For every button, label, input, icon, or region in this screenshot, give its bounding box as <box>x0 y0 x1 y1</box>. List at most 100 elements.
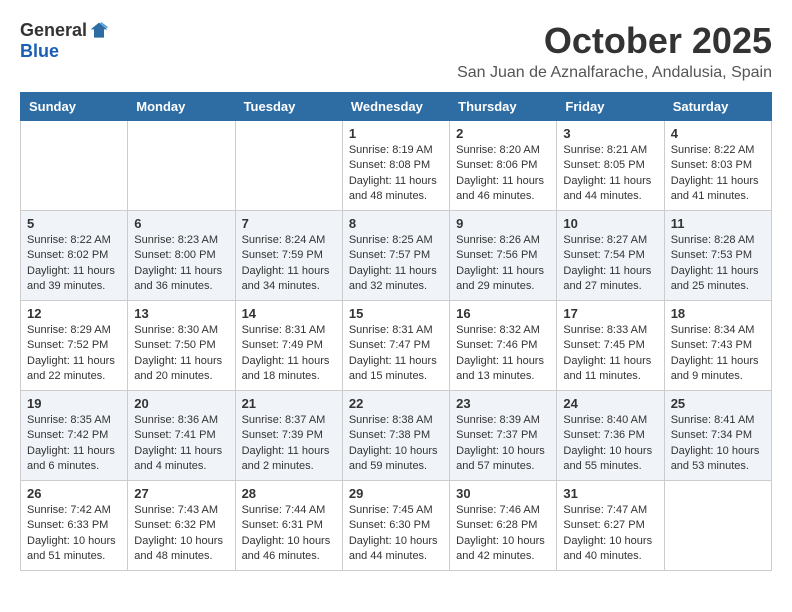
day-info: Sunrise: 8:38 AM Sunset: 7:38 PM Dayligh… <box>349 413 443 475</box>
day-number: 19 <box>27 396 121 411</box>
calendar-cell: 16 Sunrise: 8:32 AM Sunset: 7:46 PM Dayli… <box>450 301 557 391</box>
day-number: 6 <box>134 216 228 231</box>
day-number: 7 <box>242 216 336 231</box>
calendar-cell: 29 Sunrise: 7:45 AM Sunset: 6:30 PM Dayli… <box>342 481 449 571</box>
day-info: Sunrise: 7:46 AM Sunset: 6:28 PM Dayligh… <box>456 503 550 565</box>
calendar-header-thursday: Thursday <box>450 93 557 121</box>
calendar-week-row: 26 Sunrise: 7:42 AM Sunset: 6:33 PM Dayli… <box>21 481 772 571</box>
location-subtitle: San Juan de Aznalfarache, Andalusia, Spa… <box>457 64 772 82</box>
day-number: 26 <box>27 486 121 501</box>
day-number: 14 <box>242 306 336 321</box>
day-info: Sunrise: 7:47 AM Sunset: 6:27 PM Dayligh… <box>563 503 657 565</box>
calendar-cell <box>235 121 342 211</box>
calendar-cell: 25Sunrise: 8:41 AM Sunset: 7:34 PM Dayli… <box>664 391 771 481</box>
calendar-cell <box>21 121 128 211</box>
day-number: 30 <box>456 486 550 501</box>
calendar-cell: 20 Sunrise: 8:36 AM Sunset: 7:41 PM Dayli… <box>128 391 235 481</box>
day-number: 3 <box>563 126 657 141</box>
calendar-cell: 24Sunrise: 8:40 AM Sunset: 7:36 PM Dayli… <box>557 391 664 481</box>
calendar-cell: 30 Sunrise: 7:46 AM Sunset: 6:28 PM Dayli… <box>450 481 557 571</box>
calendar-cell: 11Sunrise: 8:28 AM Sunset: 7:53 PM Dayli… <box>664 211 771 301</box>
day-info: Sunrise: 8:32 AM Sunset: 7:46 PM Dayligh… <box>456 323 550 385</box>
day-number: 13 <box>134 306 228 321</box>
day-info: Sunrise: 8:26 AM Sunset: 7:56 PM Dayligh… <box>456 233 550 295</box>
calendar-table: SundayMondayTuesdayWednesdayThursdayFrid… <box>20 92 772 571</box>
calendar-cell: 17Sunrise: 8:33 AM Sunset: 7:45 PM Dayli… <box>557 301 664 391</box>
day-number: 29 <box>349 486 443 501</box>
day-info: Sunrise: 8:36 AM Sunset: 7:41 PM Dayligh… <box>134 413 228 475</box>
calendar-cell: 14 Sunrise: 8:31 AM Sunset: 7:49 PM Dayli… <box>235 301 342 391</box>
day-number: 21 <box>242 396 336 411</box>
month-year-title: October 2025 <box>457 20 772 62</box>
day-info: Sunrise: 7:45 AM Sunset: 6:30 PM Dayligh… <box>349 503 443 565</box>
day-number: 18 <box>671 306 765 321</box>
day-info: Sunrise: 8:37 AM Sunset: 7:39 PM Dayligh… <box>242 413 336 475</box>
calendar-cell: 13Sunrise: 8:30 AM Sunset: 7:50 PM Dayli… <box>128 301 235 391</box>
calendar-header-saturday: Saturday <box>664 93 771 121</box>
day-number: 16 <box>456 306 550 321</box>
day-info: Sunrise: 7:43 AM Sunset: 6:32 PM Dayligh… <box>134 503 228 565</box>
day-info: Sunrise: 8:34 AM Sunset: 7:43 PM Dayligh… <box>671 323 765 385</box>
day-number: 23 <box>456 396 550 411</box>
day-info: Sunrise: 8:39 AM Sunset: 7:37 PM Dayligh… <box>456 413 550 475</box>
day-info: Sunrise: 8:21 AM Sunset: 8:05 PM Dayligh… <box>563 143 657 205</box>
calendar-cell: 2 Sunrise: 8:20 AM Sunset: 8:06 PM Daylig… <box>450 121 557 211</box>
day-info: Sunrise: 8:20 AM Sunset: 8:06 PM Dayligh… <box>456 143 550 205</box>
calendar-cell: 10Sunrise: 8:27 AM Sunset: 7:54 PM Dayli… <box>557 211 664 301</box>
calendar-cell: 15 Sunrise: 8:31 AM Sunset: 7:47 PM Dayli… <box>342 301 449 391</box>
day-info: Sunrise: 8:19 AM Sunset: 8:08 PM Dayligh… <box>349 143 443 205</box>
day-number: 25 <box>671 396 765 411</box>
day-number: 2 <box>456 126 550 141</box>
calendar-cell: 9 Sunrise: 8:26 AM Sunset: 7:56 PM Daylig… <box>450 211 557 301</box>
calendar-cell: 23 Sunrise: 8:39 AM Sunset: 7:37 PM Dayli… <box>450 391 557 481</box>
day-number: 22 <box>349 396 443 411</box>
day-info: Sunrise: 7:42 AM Sunset: 6:33 PM Dayligh… <box>27 503 121 565</box>
calendar-cell: 12Sunrise: 8:29 AM Sunset: 7:52 PM Dayli… <box>21 301 128 391</box>
day-number: 10 <box>563 216 657 231</box>
day-info: Sunrise: 8:25 AM Sunset: 7:57 PM Dayligh… <box>349 233 443 295</box>
calendar-cell: 31Sunrise: 7:47 AM Sunset: 6:27 PM Dayli… <box>557 481 664 571</box>
day-info: Sunrise: 8:22 AM Sunset: 8:02 PM Dayligh… <box>27 233 121 295</box>
day-info: Sunrise: 8:29 AM Sunset: 7:52 PM Dayligh… <box>27 323 121 385</box>
day-info: Sunrise: 7:44 AM Sunset: 6:31 PM Dayligh… <box>242 503 336 565</box>
day-info: Sunrise: 8:31 AM Sunset: 7:47 PM Dayligh… <box>349 323 443 385</box>
day-info: Sunrise: 8:22 AM Sunset: 8:03 PM Dayligh… <box>671 143 765 205</box>
calendar-header-friday: Friday <box>557 93 664 121</box>
page-header: General Blue October 2025 San Juan de Az… <box>20 20 772 82</box>
calendar-cell: 19 Sunrise: 8:35 AM Sunset: 7:42 PM Dayli… <box>21 391 128 481</box>
calendar-cell <box>128 121 235 211</box>
day-number: 27 <box>134 486 228 501</box>
day-info: Sunrise: 8:23 AM Sunset: 8:00 PM Dayligh… <box>134 233 228 295</box>
calendar-cell: 6 Sunrise: 8:23 AM Sunset: 8:00 PM Daylig… <box>128 211 235 301</box>
calendar-cell: 5Sunrise: 8:22 AM Sunset: 8:02 PM Daylig… <box>21 211 128 301</box>
calendar-cell: 4 Sunrise: 8:22 AM Sunset: 8:03 PM Daylig… <box>664 121 771 211</box>
logo-blue: Blue <box>20 41 59 62</box>
title-section: October 2025 San Juan de Aznalfarache, A… <box>457 20 772 82</box>
day-info: Sunrise: 8:31 AM Sunset: 7:49 PM Dayligh… <box>242 323 336 385</box>
calendar-cell: 28 Sunrise: 7:44 AM Sunset: 6:31 PM Dayli… <box>235 481 342 571</box>
calendar-week-row: 19 Sunrise: 8:35 AM Sunset: 7:42 PM Dayli… <box>21 391 772 481</box>
day-number: 28 <box>242 486 336 501</box>
day-number: 15 <box>349 306 443 321</box>
day-info: Sunrise: 8:35 AM Sunset: 7:42 PM Dayligh… <box>27 413 121 475</box>
calendar-cell: 8 Sunrise: 8:25 AM Sunset: 7:57 PM Daylig… <box>342 211 449 301</box>
logo-general: General <box>20 20 87 41</box>
calendar-week-row: 5Sunrise: 8:22 AM Sunset: 8:02 PM Daylig… <box>21 211 772 301</box>
calendar-cell: 26 Sunrise: 7:42 AM Sunset: 6:33 PM Dayli… <box>21 481 128 571</box>
calendar-week-row: 12Sunrise: 8:29 AM Sunset: 7:52 PM Dayli… <box>21 301 772 391</box>
day-info: Sunrise: 8:28 AM Sunset: 7:53 PM Dayligh… <box>671 233 765 295</box>
calendar-cell <box>664 481 771 571</box>
day-number: 9 <box>456 216 550 231</box>
calendar-cell: 1Sunrise: 8:19 AM Sunset: 8:08 PM Daylig… <box>342 121 449 211</box>
day-number: 8 <box>349 216 443 231</box>
day-number: 20 <box>134 396 228 411</box>
calendar-header-sunday: Sunday <box>21 93 128 121</box>
calendar-header-row: SundayMondayTuesdayWednesdayThursdayFrid… <box>21 93 772 121</box>
day-number: 17 <box>563 306 657 321</box>
logo-icon <box>89 21 109 41</box>
day-number: 4 <box>671 126 765 141</box>
day-info: Sunrise: 8:40 AM Sunset: 7:36 PM Dayligh… <box>563 413 657 475</box>
calendar-header-monday: Monday <box>128 93 235 121</box>
logo: General Blue <box>20 20 109 62</box>
calendar-cell: 22 Sunrise: 8:38 AM Sunset: 7:38 PM Dayli… <box>342 391 449 481</box>
